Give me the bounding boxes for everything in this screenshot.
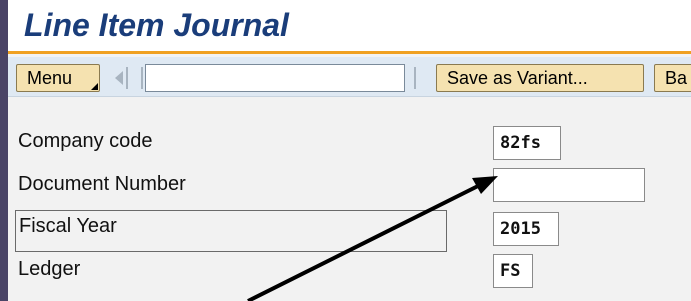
fiscal-year-label: Fiscal Year xyxy=(15,210,447,252)
menu-button-label: Menu xyxy=(27,68,73,88)
ledger-field[interactable]: FS xyxy=(493,254,533,288)
toolbar: Menu Save as Variant... Ba xyxy=(8,57,691,97)
ledger-label: Ledger xyxy=(18,258,81,280)
toolbar-separator xyxy=(141,67,143,89)
toolbar-separator xyxy=(126,67,128,89)
company-code-field[interactable]: 82fs xyxy=(493,126,561,160)
toolbar-separator xyxy=(414,67,416,89)
page-title: Line Item Journal xyxy=(24,7,289,43)
selection-screen: Company code 82fs Document Number Fiscal… xyxy=(8,97,691,301)
sap-window: Line Item Journal Menu Save as Variant..… xyxy=(8,0,691,301)
back-button[interactable]: Ba xyxy=(654,64,691,92)
save-as-variant-button[interactable]: Save as Variant... xyxy=(436,64,644,92)
arrow-left-icon[interactable] xyxy=(115,71,123,85)
menu-button[interactable]: Menu xyxy=(16,64,100,92)
title-bar: Line Item Journal xyxy=(8,0,691,54)
company-code-label: Company code xyxy=(18,130,153,152)
menu-corner-icon xyxy=(91,83,98,90)
document-number-label: Document Number xyxy=(18,173,186,195)
document-number-field[interactable] xyxy=(493,168,645,202)
fiscal-year-field[interactable]: 2015 xyxy=(493,212,559,246)
command-field[interactable] xyxy=(145,64,405,92)
